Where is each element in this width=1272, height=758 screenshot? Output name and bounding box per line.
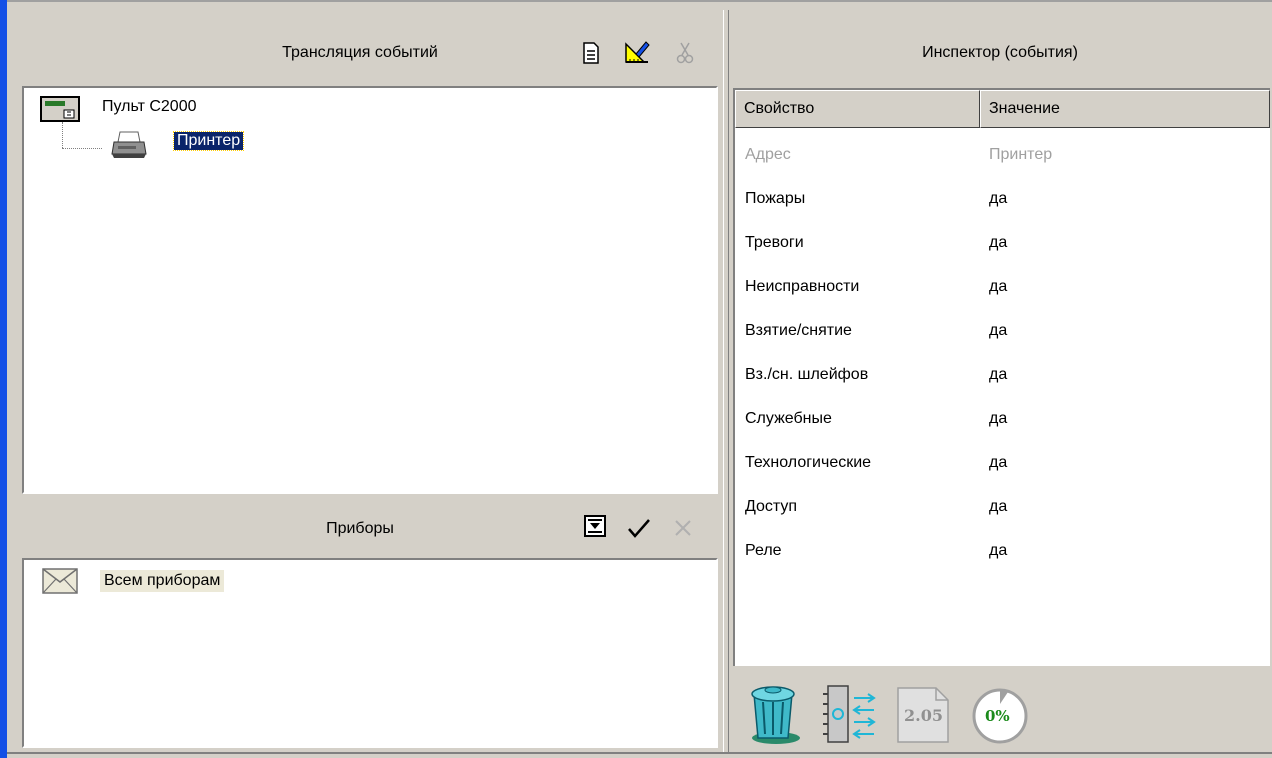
property-value: Принтер bbox=[989, 146, 1053, 163]
property-value[interactable]: да bbox=[989, 410, 1007, 428]
printer-icon bbox=[110, 128, 148, 165]
translation-tree[interactable]: Пульт С2000 Принтер bbox=[22, 86, 718, 494]
table-row[interactable]: Тревоги да bbox=[735, 222, 1270, 266]
trash-icon[interactable] bbox=[746, 682, 804, 746]
check-icon[interactable] bbox=[626, 515, 652, 541]
cut-icon[interactable] bbox=[672, 40, 698, 66]
remove-icon[interactable] bbox=[670, 515, 696, 541]
translation-title: Трансляция событий bbox=[282, 44, 438, 61]
property-value[interactable]: да bbox=[989, 366, 1007, 384]
inspector-title: Инспектор (события) bbox=[922, 44, 1078, 61]
property-value[interactable]: да bbox=[989, 190, 1007, 208]
version-icon[interactable]: 2.05 bbox=[894, 682, 954, 746]
property-value[interactable]: да bbox=[989, 322, 1007, 340]
property-value[interactable]: да bbox=[989, 542, 1007, 560]
window-top-edge bbox=[7, 0, 1272, 2]
devices-title: Приборы bbox=[326, 520, 394, 537]
table-row[interactable]: Вз./сн. шлейфов да bbox=[735, 354, 1270, 398]
property-name: Пожары bbox=[745, 190, 806, 207]
property-value[interactable]: да bbox=[989, 278, 1007, 296]
new-document-icon[interactable] bbox=[578, 40, 604, 66]
tree-node-printer[interactable]: Принтер bbox=[172, 131, 245, 151]
window-bottom-edge bbox=[7, 752, 1272, 754]
property-name: Доступ bbox=[745, 498, 798, 515]
tree-connector-horizontal bbox=[62, 148, 102, 150]
envelope-icon bbox=[42, 568, 78, 599]
column-header-property[interactable]: Свойство bbox=[735, 90, 980, 128]
edit-ruler-icon[interactable] bbox=[624, 38, 650, 64]
tree-connector-vertical bbox=[62, 122, 64, 148]
property-value[interactable]: да bbox=[989, 498, 1007, 516]
pane-splitter[interactable] bbox=[723, 10, 729, 754]
inspector-table[interactable]: Свойство Значение Адрес Принтер Пожары д… bbox=[733, 88, 1270, 666]
version-label: 2.05 bbox=[904, 706, 943, 725]
table-row[interactable]: Реле да bbox=[735, 530, 1270, 574]
column-header-value[interactable]: Значение bbox=[980, 90, 1270, 128]
progress-label: 0% bbox=[985, 707, 1010, 725]
device-transfer-icon[interactable] bbox=[820, 682, 882, 746]
table-row[interactable]: Технологические да bbox=[735, 442, 1270, 486]
property-name: Служебные bbox=[745, 410, 832, 427]
property-name: Технологические bbox=[745, 454, 872, 471]
progress-icon[interactable]: 0% bbox=[968, 682, 1032, 746]
tree-node-console[interactable]: Пульт С2000 bbox=[102, 98, 197, 116]
property-value[interactable]: да bbox=[989, 234, 1007, 252]
table-row[interactable]: Взятие/снятие да bbox=[735, 310, 1270, 354]
console-icon bbox=[40, 94, 82, 129]
table-row[interactable]: Доступ да bbox=[735, 486, 1270, 530]
devices-list[interactable]: Всем приборам bbox=[22, 558, 718, 748]
property-name: Вз./сн. шлейфов bbox=[745, 366, 869, 383]
property-name: Неисправности bbox=[745, 278, 860, 295]
table-row[interactable]: Пожары да bbox=[735, 178, 1270, 222]
property-name: Взятие/снятие bbox=[745, 322, 852, 339]
property-name: Тревоги bbox=[745, 234, 804, 251]
import-icon[interactable] bbox=[582, 513, 608, 539]
property-value[interactable]: да bbox=[989, 454, 1007, 472]
table-row[interactable]: Адрес Принтер bbox=[735, 134, 1270, 178]
list-item-all-devices[interactable]: Всем приборам bbox=[100, 570, 225, 592]
property-name: Реле bbox=[745, 542, 782, 559]
window-left-edge bbox=[0, 0, 7, 758]
table-row[interactable]: Неисправности да bbox=[735, 266, 1270, 310]
property-name: Адрес bbox=[745, 146, 791, 163]
table-row[interactable]: Служебные да bbox=[735, 398, 1270, 442]
